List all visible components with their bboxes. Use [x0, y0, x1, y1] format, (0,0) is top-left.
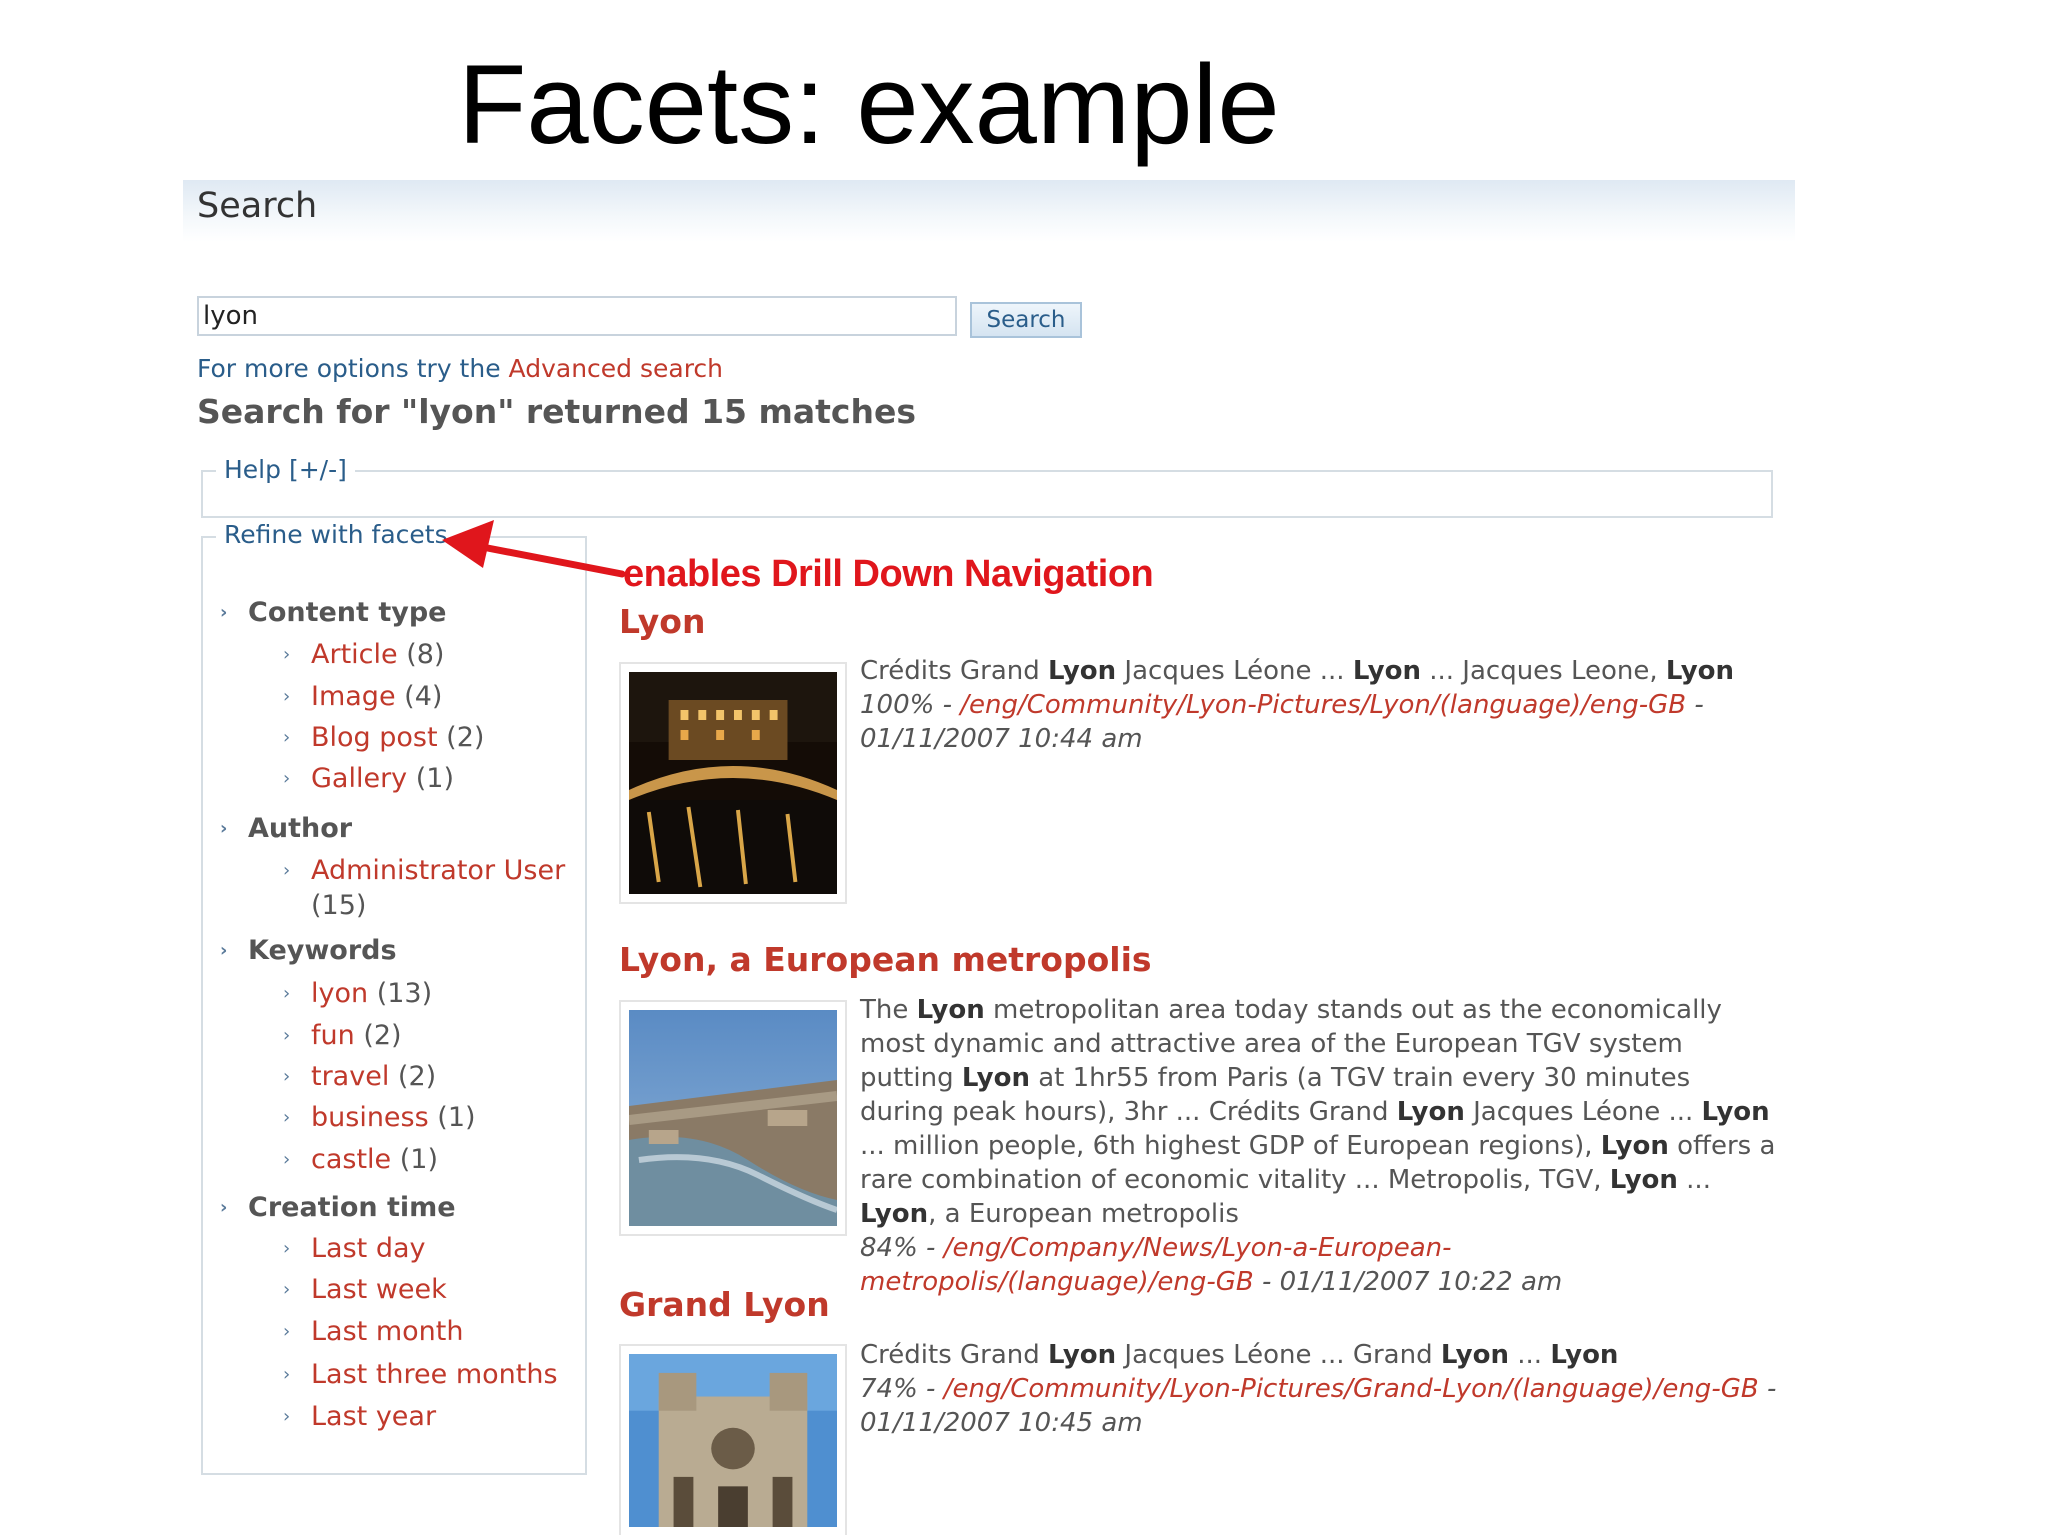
snippet-text: The Lyon metropolitan area today stands … [860, 995, 1776, 1229]
result-url-link[interactable]: /eng/Community/Lyon-Pictures/Lyon/(langu… [960, 690, 1686, 720]
result-meta: 100% - /eng/Community/Lyon-Pictures/Lyon… [860, 690, 1704, 754]
result-thumbnail[interactable] [619, 1000, 847, 1236]
night-bridge-photo-icon [629, 672, 837, 894]
result-snippet: The Lyon metropolitan area today stands … [860, 993, 1780, 1299]
annotation-text: enables Drill Down Navigation [623, 553, 1154, 595]
result-meta: 84% - /eng/Company/News/Lyon-a-European-… [860, 1233, 1563, 1297]
aerial-city-photo-icon [628, 1010, 838, 1226]
result-snippet: Crédits Grand Lyon Jacques Léone ... Gra… [860, 1338, 1780, 1440]
result-title[interactable]: Lyon, a European metropolis [619, 940, 1152, 979]
result-snippet: Crédits Grand Lyon Jacques Léone ... Lyo… [860, 654, 1780, 756]
result-meta: 74% - /eng/Community/Lyon-Pictures/Grand… [860, 1374, 1777, 1438]
snippet-text: Crédits Grand Lyon Jacques Léone ... Gra… [860, 1340, 1619, 1370]
cathedral-photo-icon [629, 1354, 837, 1527]
result-title[interactable]: Lyon [619, 602, 705, 641]
result-title[interactable]: Grand Lyon [619, 1285, 830, 1324]
annotation-arrow-icon [442, 520, 626, 578]
result-url-link[interactable]: /eng/Community/Lyon-Pictures/Grand-Lyon/… [944, 1374, 1759, 1404]
result-thumbnail[interactable] [619, 1344, 847, 1535]
result-thumbnail[interactable] [619, 662, 847, 904]
snippet-text: Crédits Grand Lyon Jacques Léone ... Lyo… [860, 656, 1735, 686]
